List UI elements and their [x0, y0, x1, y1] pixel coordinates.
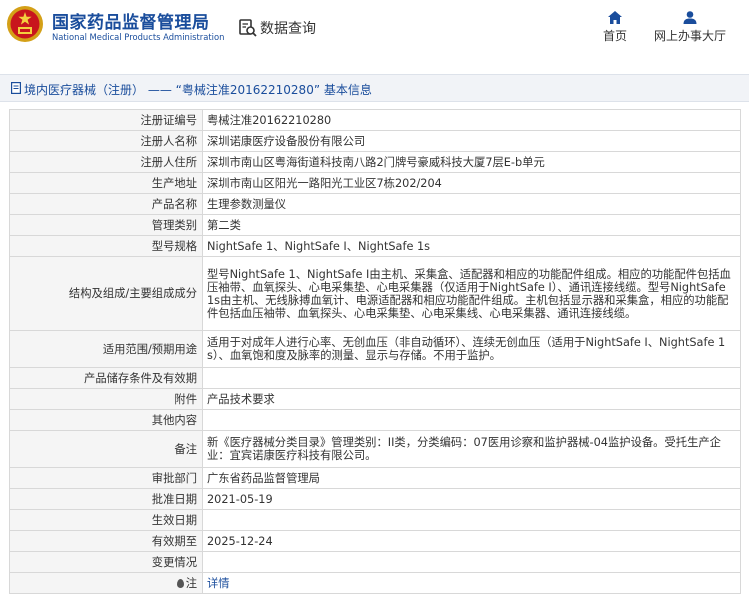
- page-title-bar: 境内医疗器械（注册） —— “粤械注准20162210280” 基本信息: [0, 74, 749, 102]
- field-value: 深圳市南山区粤海街道科技南八路2门牌号豪威科技大厦7层E-b单元: [202, 151, 741, 173]
- field-value: 2021-05-19: [202, 488, 741, 510]
- field-label: 产品储存条件及有效期: [9, 367, 203, 389]
- table-row: 注册人名称 深圳诺康医疗设备股份有限公司: [9, 130, 741, 152]
- data-query-icon: [239, 19, 257, 37]
- field-value: NightSafe 1、NightSafe I、NightSafe 1s: [202, 235, 741, 257]
- field-value: 型号NightSafe 1、NightSafe I由主机、采集盒、适配器和相应的…: [202, 256, 741, 331]
- field-value: 第二类: [202, 214, 741, 236]
- field-label: 生产地址: [9, 172, 203, 194]
- field-value: 深圳诺康医疗设备股份有限公司: [202, 130, 741, 152]
- field-value: [202, 509, 741, 531]
- nav-online-hall-label: 网上办事大厅: [653, 29, 726, 43]
- table-row: 产品储存条件及有效期: [9, 367, 741, 389]
- site-header: 国家药品监督管理局 National Medical Products Admi…: [0, 0, 749, 62]
- field-value: [202, 409, 741, 431]
- table-row: 批准日期 2021-05-19: [9, 488, 741, 510]
- field-label: 批准日期: [9, 488, 203, 510]
- table-row: 管理类别 第二类: [9, 214, 741, 236]
- data-query-label: 数据查询: [260, 21, 316, 37]
- nav-home[interactable]: 首页: [598, 11, 632, 44]
- field-label: 审批部门: [9, 467, 203, 489]
- user-icon: [683, 11, 697, 24]
- field-value: 产品技术要求: [202, 388, 741, 410]
- field-label: 注: [9, 572, 203, 594]
- table-row: 变更情况: [9, 551, 741, 573]
- nav-home-label: 首页: [602, 29, 627, 43]
- details-link[interactable]: 详情: [207, 577, 230, 590]
- note-label: 注: [185, 576, 197, 590]
- field-label: 注册人名称: [9, 130, 203, 152]
- field-label: 生效日期: [9, 509, 203, 531]
- field-label: 变更情况: [9, 551, 203, 573]
- field-value: 深圳市南山区阳光一路阳光工业区7栋202/204: [202, 172, 741, 194]
- nav-online-hall[interactable]: 网上办事大厅: [652, 11, 728, 44]
- field-value: 新《医疗器械分类目录》管理类别：II类，分类编码：07医用诊察和监护器械-04监…: [202, 430, 741, 468]
- table-row: 型号规格 NightSafe 1、NightSafe I、NightSafe 1s: [9, 235, 741, 257]
- table-row: 注册证编号 粤械注准20162210280: [9, 109, 741, 131]
- detail-table: 注册证编号 粤械注准20162210280 注册人名称 深圳诺康医疗设备股份有限公司注…: [9, 109, 741, 594]
- field-label: 产品名称: [9, 193, 203, 215]
- field-value: 广东省药品监督管理局: [202, 467, 741, 489]
- table-row: 生产地址 深圳市南山区阳光一路阳光工业区7栋202/204: [9, 172, 741, 194]
- table-row: 适用范围/预期用途 适用于对成年人进行心率、无创血压（非自动循环）、连续无创血压（…: [9, 330, 741, 368]
- field-label: 备注: [9, 430, 203, 468]
- page-title: 境内医疗器械（注册） —— “粤械注准20162210280” 基本信息: [24, 83, 372, 97]
- document-icon: [11, 82, 21, 94]
- field-label: 型号规格: [9, 235, 203, 257]
- field-label: 注册人住所: [9, 151, 203, 173]
- field-value: 2025-12-24: [202, 530, 741, 552]
- field-value: [202, 551, 741, 573]
- national-emblem-icon[interactable]: [6, 5, 44, 43]
- home-icon: [608, 11, 622, 24]
- field-value: 详情: [202, 572, 741, 594]
- field-label: 结构及组成/主要组成成分: [9, 256, 203, 331]
- detail-table-wrap: 注册证编号 粤械注准20162210280 注册人名称 深圳诺康医疗设备股份有限公司注…: [9, 109, 741, 594]
- table-row: 审批部门 广东省药品监督管理局: [9, 467, 741, 489]
- site-title[interactable]: 国家药品监督管理局: [52, 8, 210, 33]
- site-subtitle: National Medical Products Administration: [52, 32, 225, 42]
- field-label: 适用范围/预期用途: [9, 330, 203, 368]
- field-label: 其他内容: [9, 409, 203, 431]
- field-label: 注册证编号: [9, 109, 203, 131]
- field-value: 适用于对成年人进行心率、无创血压（非自动循环）、连续无创血压（适用于NightS…: [202, 330, 741, 368]
- table-row: 其他内容: [9, 409, 741, 431]
- field-label: 管理类别: [9, 214, 203, 236]
- table-row: 注册人住所 深圳市南山区粤海街道科技南八路2门牌号豪威科技大厦7层E-b单元: [9, 151, 741, 173]
- table-row: 结构及组成/主要组成成分 型号NightSafe 1、NightSafe I由主机…: [9, 256, 741, 331]
- field-label: 附件: [9, 388, 203, 410]
- table-row: 产品名称 生理参数测量仪: [9, 193, 741, 215]
- table-row: 备注 新《医疗器械分类目录》管理类别：II类，分类编码：07医用诊察和监护器械-0…: [9, 430, 741, 468]
- field-value: 生理参数测量仪: [202, 193, 741, 215]
- table-row: 附件 产品技术要求: [9, 388, 741, 410]
- field-label: 有效期至: [9, 530, 203, 552]
- note-row: 注详情: [9, 572, 741, 594]
- table-row: 生效日期: [9, 509, 741, 531]
- field-value: 粤械注准20162210280: [202, 109, 741, 131]
- table-row: 有效期至 2025-12-24: [9, 530, 741, 552]
- pin-icon: [176, 578, 184, 588]
- data-query-link[interactable]: 数据查询: [238, 17, 316, 39]
- field-value: [202, 367, 741, 389]
